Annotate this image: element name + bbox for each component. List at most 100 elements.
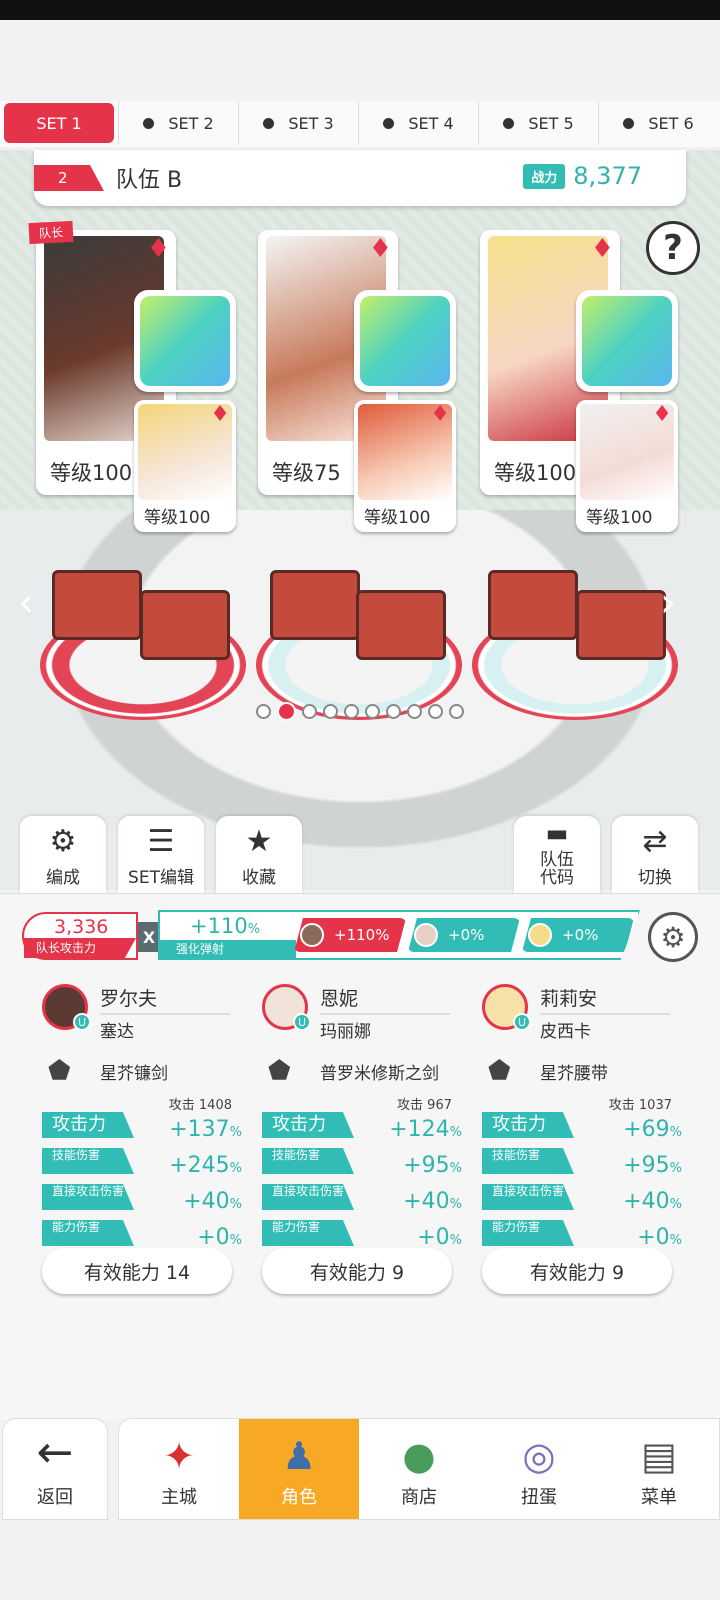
team-code-button[interactable]: ▬ 队伍 代码: [514, 816, 600, 896]
diamond-suit-icon: ♦: [146, 234, 170, 264]
power-label: 战力: [523, 163, 566, 189]
stat-value: +124%: [389, 1117, 462, 1142]
weapon-card-3[interactable]: [576, 290, 678, 392]
stat-number: +40: [623, 1189, 670, 1214]
weapon-row[interactable]: ⬟ 普罗米修斯之剑: [268, 1056, 462, 1086]
page-dot[interactable]: [407, 704, 422, 719]
page-dot[interactable]: [428, 704, 443, 719]
next-arrow-icon[interactable]: ›: [660, 580, 676, 626]
stat-number: +0: [197, 1225, 230, 1250]
power-value: 8,377: [573, 162, 642, 190]
hero-names: 恩妮 玛丽娜: [320, 984, 450, 1042]
diamond-suit-icon: ♦: [590, 234, 614, 264]
page-dot[interactable]: [449, 704, 464, 719]
diamond-suit-icon: ♦: [368, 234, 392, 264]
sub-card-2[interactable]: ♦ 等级100: [354, 400, 456, 532]
button-label: SET编辑: [128, 868, 194, 888]
stat-unit: %: [669, 1233, 682, 1248]
avatar: U: [42, 984, 91, 1031]
sub-card-3[interactable]: ♦ 等级100: [576, 400, 678, 532]
nav-item-town[interactable]: ✦ 主城: [119, 1419, 239, 1519]
weapon-name: 星芥镰剑: [100, 1063, 168, 1084]
swap-button[interactable]: ⇄ 切换: [612, 816, 698, 896]
character-icon: ♟: [281, 1434, 317, 1478]
hero-stats-1: U 罗尔夫 塞达 ⬟ 星芥镰剑 攻击 1408 攻击力 +137% 技能伤害 +245…: [42, 984, 242, 1250]
settings-gear-icon[interactable]: ⚙: [648, 912, 698, 962]
tab-dot-icon: [263, 117, 275, 129]
page-dot[interactable]: [344, 704, 359, 719]
weapon-row[interactable]: ⬟ 星芥镰剑: [48, 1056, 242, 1086]
stat-value: +40%: [623, 1189, 682, 1214]
stat-label: 直接攻击伤害: [482, 1184, 574, 1210]
stat-number: +137: [169, 1117, 230, 1142]
button-label: 切换: [638, 868, 672, 888]
nav-item-gacha[interactable]: ◎ 扭蛋: [479, 1419, 599, 1519]
leader-attack-box: 3,336 队长攻击力: [22, 912, 138, 960]
page-dot[interactable]: [302, 704, 317, 719]
tab-dot-icon: [143, 117, 155, 129]
boost-chip-1: +110%: [294, 918, 406, 952]
stat-row: 技能伤害 +245%: [42, 1144, 242, 1178]
tab-set-1[interactable]: SET 1: [4, 103, 114, 143]
effective-ability-button-1[interactable]: 有效能力 14: [42, 1248, 232, 1294]
stat-value: +40%: [403, 1189, 462, 1214]
stat-list: 攻击 1408 攻击力 +137% 技能伤害 +245% 直接攻击伤害 +40% 能力…: [42, 1098, 242, 1250]
weapon-card-2[interactable]: [354, 290, 456, 392]
stat-value: +69%: [623, 1117, 682, 1142]
stat-row: 直接攻击伤害 +40%: [42, 1180, 242, 1214]
hero-stats-3: U 莉莉安 皮西卡 ⬟ 星芥腰带 攻击 1037 攻击力 +69% 技能伤害 +95%…: [482, 984, 682, 1250]
hero-name: 莉莉安: [540, 984, 670, 1015]
hero-header[interactable]: U 莉莉安 皮西卡: [482, 984, 682, 1042]
hero-header[interactable]: U 恩妮 玛丽娜: [262, 984, 462, 1042]
stat-label: 攻击力: [262, 1112, 354, 1138]
tab-dot-icon: [623, 117, 635, 129]
effective-ability-button-3[interactable]: 有效能力 9: [482, 1248, 672, 1294]
effective-ability-button-2[interactable]: 有效能力 9: [262, 1248, 452, 1294]
stat-row: 直接攻击伤害 +40%: [262, 1180, 462, 1214]
main-nav: ✦ 主城 ♟ 角色 ● 商店 ◎ 扭蛋 ▤ 菜单: [118, 1418, 720, 1520]
hero-level: 等级100: [494, 461, 577, 485]
stat-row: 能力伤害 +0%: [482, 1216, 682, 1250]
tab-set-3[interactable]: SET 3: [238, 101, 358, 145]
stat-row: 攻击力 +124%: [262, 1108, 462, 1142]
page-dot[interactable]: [256, 704, 271, 719]
set-edit-button[interactable]: ☰ SET编辑: [118, 816, 204, 896]
tab-set-6[interactable]: SET 6: [598, 101, 718, 145]
page-dot[interactable]: [365, 704, 380, 719]
page-dot[interactable]: [323, 704, 338, 719]
sprite-block: [356, 590, 446, 660]
page-dot[interactable]: [386, 704, 401, 719]
prev-arrow-icon[interactable]: ‹: [18, 580, 34, 626]
button-label: 编成: [46, 868, 80, 888]
stat-number: +0: [417, 1225, 450, 1250]
tab-label: SET 1: [36, 113, 82, 133]
page-dot[interactable]: [277, 702, 296, 721]
sub-card-1[interactable]: ♦ 等级100: [134, 400, 236, 532]
favorite-button[interactable]: ★ 收藏: [216, 816, 302, 896]
help-button[interactable]: ?: [646, 221, 700, 275]
tab-set-2[interactable]: SET 2: [118, 101, 238, 145]
nav-item-menu[interactable]: ▤ 菜单: [599, 1419, 719, 1519]
nav-item-character[interactable]: ♟ 角色: [239, 1419, 359, 1519]
sub-level: 等级100: [364, 508, 431, 528]
stat-number: +40: [403, 1189, 450, 1214]
stat-unit: %: [449, 1125, 462, 1140]
weapon-card-1[interactable]: [134, 290, 236, 392]
hero-header[interactable]: U 罗尔夫 塞达: [42, 984, 242, 1042]
sword-icon: [360, 296, 450, 386]
stat-value: +245%: [169, 1153, 242, 1178]
diamond-suit-icon: ♦: [210, 402, 230, 427]
chip-value: +110%: [334, 926, 390, 944]
tab-set-4[interactable]: SET 4: [358, 101, 478, 145]
tab-dot-icon: [383, 117, 395, 129]
chip-value: +0%: [448, 926, 485, 944]
formation-button[interactable]: ⚙ 编成: [20, 816, 106, 896]
team-name[interactable]: 队伍 B: [116, 162, 182, 194]
back-button[interactable]: ← 返回: [2, 1418, 108, 1520]
sprite-block: [140, 590, 230, 660]
tab-set-5[interactable]: SET 5: [478, 101, 598, 145]
nav-label: 扭蛋: [521, 1487, 557, 1508]
page-indicator: [256, 702, 464, 721]
weapon-row[interactable]: ⬟ 星芥腰带: [488, 1056, 682, 1086]
nav-item-shop[interactable]: ● 商店: [359, 1419, 479, 1519]
